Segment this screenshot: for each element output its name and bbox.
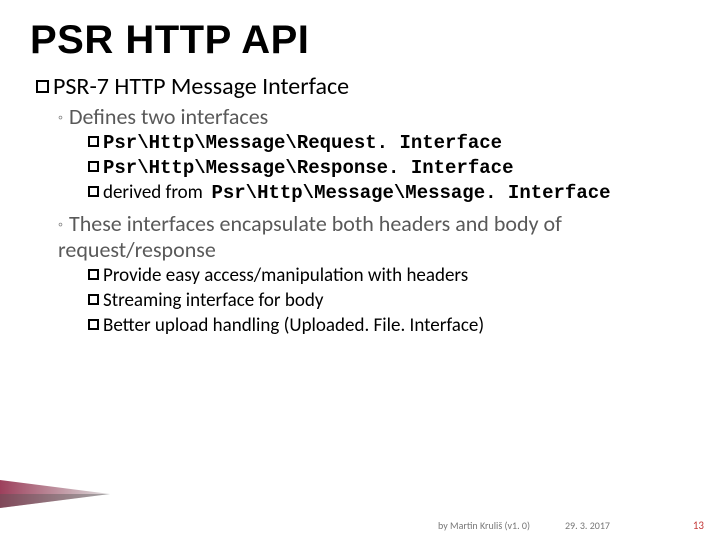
slide-title: PSR HTTP API [30, 18, 690, 63]
defines-text: Defines two interfaces [69, 103, 268, 130]
decorative-wedge [0, 466, 110, 508]
bullet-square-icon [88, 294, 99, 305]
interface-request: Psr\Http\Message\Request. Interface [88, 132, 690, 155]
point-upload-text: Better upload handling (Uploaded. File. … [103, 314, 484, 337]
footer-date: 29. 3. 2017 [565, 519, 610, 532]
derived-code: Psr\Http\Message\Message. Interface [211, 182, 610, 204]
encapsulate-text: These interfaces encapsulate both header… [58, 210, 562, 263]
heading-rest: HTTP Message Interface [109, 72, 349, 101]
bullet-square-icon [88, 319, 99, 330]
bullet-square-icon [88, 161, 99, 172]
interface-response: Psr\Http\Message\Response. Interface [88, 157, 690, 180]
point-upload: Better upload handling (Uploaded. File. … [88, 315, 690, 338]
point-headers-text: Provide easy access/manipulation with he… [103, 264, 468, 287]
point-stream: Streaming interface for body [88, 290, 690, 313]
heading-prefix: PSR-7 [53, 72, 109, 101]
bullet-square-icon [36, 80, 49, 93]
bullet-circle-icon: ◦ [58, 110, 63, 127]
interface-request-code: Psr\Http\Message\Request. Interface [103, 132, 502, 154]
defines-line: ◦ Defines two interfaces [58, 104, 690, 130]
derived-line: derived from Psr\Http\Message\Message. I… [88, 182, 690, 205]
derived-text: derived from [103, 181, 207, 204]
point-headers: Provide easy access/manipulation with he… [88, 265, 690, 288]
footer-author: by Martin Kruliš (v1. 0) [438, 519, 530, 532]
bullet-circle-icon: ◦ [58, 217, 63, 234]
heading-psr7: PSR-7 HTTP Message Interface [36, 73, 690, 102]
bullet-square-icon [88, 186, 99, 197]
footer-page-number: 13 [693, 519, 704, 532]
bullet-square-icon [88, 269, 99, 280]
encapsulate-line: ◦These interfaces encapsulate both heade… [58, 211, 658, 264]
point-stream-text: Streaming interface for body [103, 289, 323, 312]
bullet-square-icon [88, 136, 99, 147]
interface-response-code: Psr\Http\Message\Response. Interface [103, 157, 513, 179]
